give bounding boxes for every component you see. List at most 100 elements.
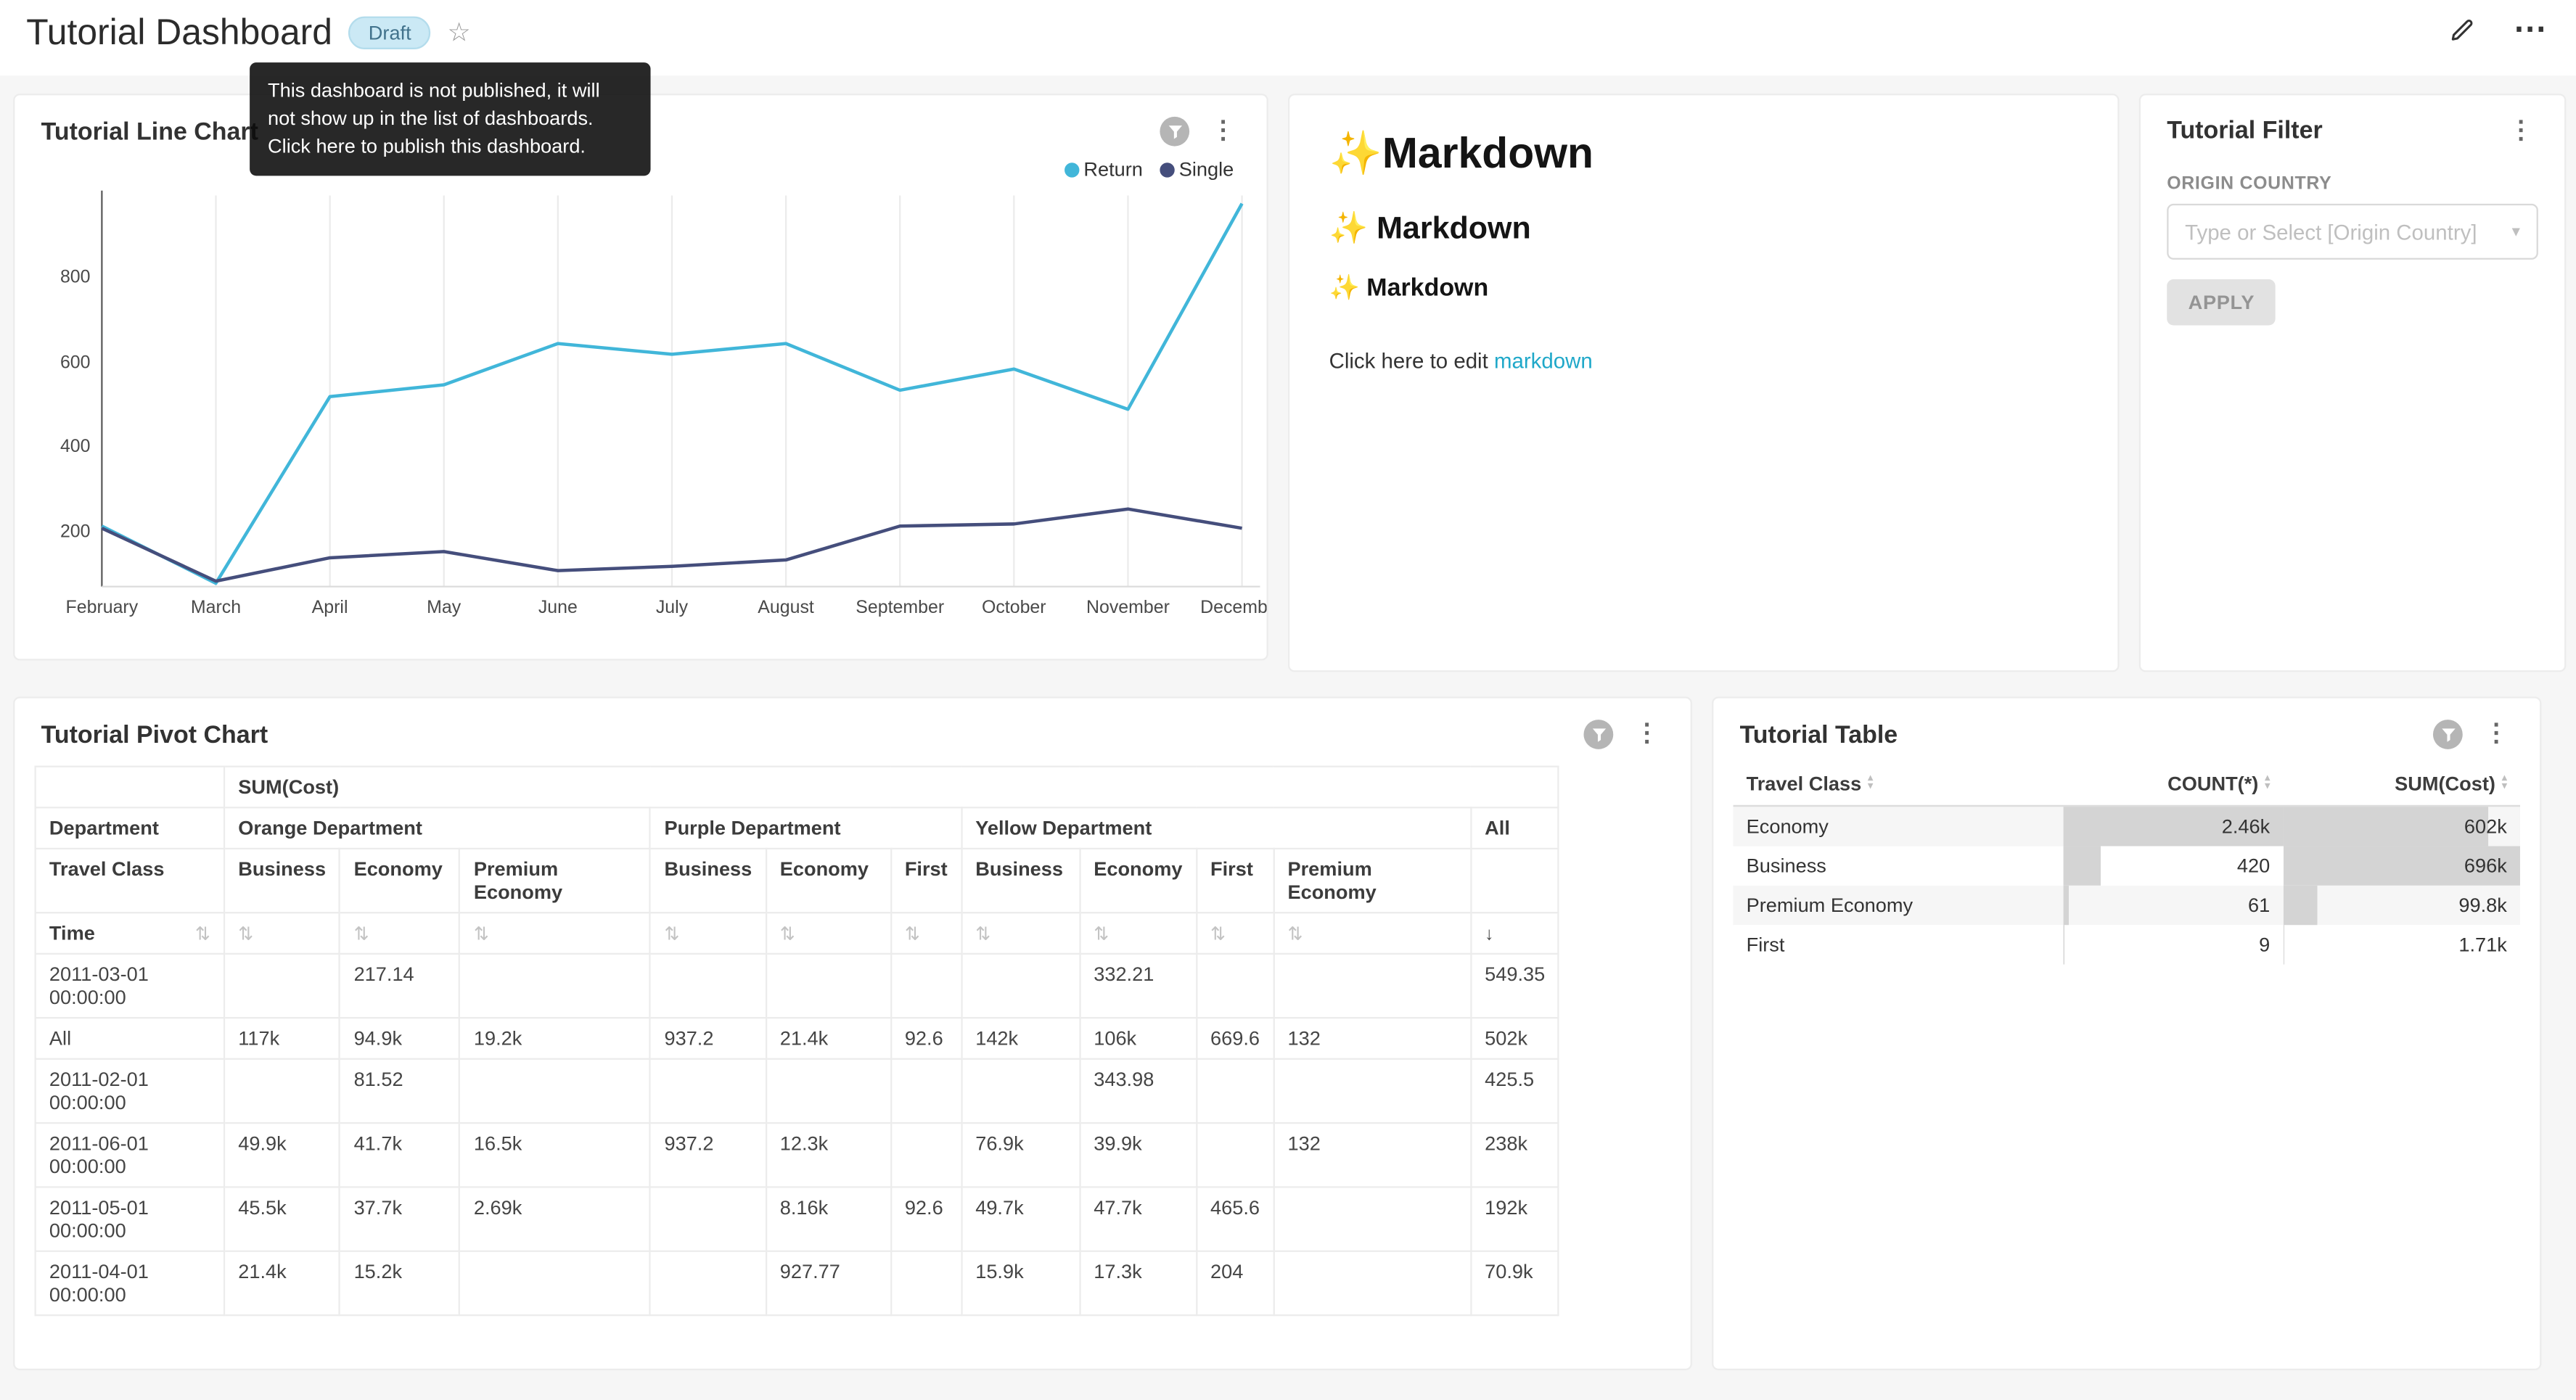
- line-chart-menu-icon[interactable]: ⋮: [1206, 118, 1241, 144]
- pivot-cell: 16.5k: [460, 1123, 651, 1187]
- table-cell-travel-class: First: [1734, 925, 2063, 964]
- sort-icon[interactable]: ⇅: [195, 923, 210, 944]
- pivot-cell: [460, 1251, 651, 1315]
- sort-icon[interactable]: ⇅: [975, 925, 990, 944]
- pivot-sort-cell[interactable]: ⇅: [766, 913, 891, 954]
- x-axis-label: April: [264, 598, 395, 617]
- filter-indicator-icon[interactable]: [1160, 117, 1189, 147]
- pivot-sort-cell[interactable]: ⇅: [1197, 913, 1273, 954]
- pivot-cell: 17.3k: [1080, 1251, 1197, 1315]
- line-chart-title: Tutorial Line Chart: [41, 118, 258, 146]
- x-axis-label: February: [36, 598, 168, 617]
- pivot-cell: 37.7k: [340, 1187, 459, 1251]
- pivot-menu-icon[interactable]: ⋮: [1630, 721, 1665, 747]
- x-axis-label: December: [1176, 598, 1268, 617]
- pivot-cell: [1273, 954, 1471, 1018]
- pivot-cell: 70.9k: [1471, 1251, 1559, 1315]
- pivot-cell: [961, 954, 1080, 1018]
- filter-card-menu-icon[interactable]: ⋮: [2503, 118, 2538, 144]
- pivot-sort-cell[interactable]: ⇅: [1080, 913, 1197, 954]
- pivot-row: All117k94.9k19.2k937.221.4k92.6142k106k6…: [36, 1018, 1559, 1059]
- filter-indicator-icon[interactable]: [2433, 720, 2463, 749]
- pivot-cell: [891, 1251, 961, 1315]
- pivot-cell: 669.6: [1197, 1018, 1273, 1059]
- pivot-cell: 142k: [961, 1018, 1080, 1059]
- pivot-cell: 92.6: [891, 1187, 961, 1251]
- sort-icon[interactable]: ⇅: [905, 925, 920, 944]
- pivot-row: 2011-05-01 00:00:0045.5k37.7k2.69k8.16k9…: [36, 1187, 1559, 1251]
- origin-country-label: ORIGIN COUNTRY: [2167, 174, 2538, 194]
- sort-icon[interactable]: ⇅: [1287, 925, 1303, 944]
- sort-carets-icon[interactable]: ▴▾: [1868, 775, 1873, 792]
- edit-pencil-icon[interactable]: [2448, 15, 2477, 44]
- table-menu-icon[interactable]: ⋮: [2479, 721, 2514, 747]
- table-column-header[interactable]: COUNT(*)▴▾: [2063, 762, 2283, 806]
- sort-icon[interactable]: ⇅: [664, 925, 679, 944]
- pivot-cell: [650, 1187, 766, 1251]
- pivot-sorter-row: Time⇅⇅⇅⇅⇅⇅⇅⇅⇅⇅⇅↓: [36, 913, 1559, 954]
- pivot-cell: 343.98: [1080, 1059, 1197, 1123]
- pivot-cell: 238k: [1471, 1123, 1559, 1187]
- pivot-cell: 19.2k: [460, 1018, 651, 1059]
- pivot-cell: 15.9k: [961, 1251, 1080, 1315]
- column-label: SUM(Cost): [2395, 773, 2495, 796]
- pivot-header-cell: Economy: [766, 849, 891, 913]
- pivot-time-header[interactable]: Time⇅: [36, 913, 224, 954]
- origin-country-select[interactable]: Type or Select [Origin Country] ▾: [2167, 204, 2538, 260]
- filter-card: Tutorial Filter ⋮ ORIGIN COUNTRY Type or…: [2139, 94, 2567, 672]
- pivot-header-cell: Travel Class: [36, 849, 224, 913]
- pivot-sort-cell[interactable]: ⇅: [961, 913, 1080, 954]
- pivot-header-cell: Business: [961, 849, 1080, 913]
- pivot-cell: [650, 954, 766, 1018]
- pivot-row-label: 2011-04-01 00:00:00: [36, 1251, 224, 1315]
- sort-icon[interactable]: ↓: [1485, 925, 1493, 944]
- pivot-sort-cell[interactable]: ⇅: [340, 913, 459, 954]
- table-column-header[interactable]: Travel Class ▴▾: [1734, 762, 2063, 806]
- pivot-header-cell: First: [1197, 849, 1273, 913]
- table-header-row: Travel Class▴▾COUNT(*)▴▾SUM(Cost)▴▾: [1734, 762, 2520, 806]
- pivot-cell: [1197, 1123, 1273, 1187]
- markdown-edit-link[interactable]: markdown: [1494, 348, 1593, 373]
- apply-button[interactable]: APPLY: [2167, 279, 2276, 325]
- pivot-sort-cell[interactable]: ⇅: [650, 913, 766, 954]
- pivot-header-cell: SUM(Cost): [224, 767, 1559, 808]
- sort-icon[interactable]: ⇅: [354, 925, 369, 944]
- filter-indicator-icon[interactable]: [1583, 720, 1613, 749]
- pivot-sort-cell[interactable]: ⇅: [224, 913, 340, 954]
- more-options-icon[interactable]: ⋯: [2514, 13, 2546, 46]
- x-axis-label: August: [721, 598, 852, 617]
- pivot-cell: 132: [1273, 1123, 1471, 1187]
- pivot-header-cell: Business: [650, 849, 766, 913]
- table-cell-count: 61: [2063, 886, 2283, 925]
- table-cell-count: 9: [2063, 925, 2283, 964]
- legend-item-single[interactable]: Single: [1160, 157, 1234, 181]
- pivot-cell: [650, 1251, 766, 1315]
- publish-tooltip[interactable]: This dashboard is not published, it will…: [250, 62, 650, 176]
- legend-item-return[interactable]: Return: [1064, 157, 1143, 181]
- sort-carets-icon[interactable]: ▴▾: [2502, 775, 2507, 792]
- draft-status-badge[interactable]: Draft: [349, 17, 431, 49]
- pivot-sort-cell[interactable]: ↓: [1471, 913, 1559, 954]
- sort-carets-icon[interactable]: ▴▾: [2265, 775, 2270, 792]
- pivot-sort-cell[interactable]: ⇅: [460, 913, 651, 954]
- filter-card-title: Tutorial Filter: [2167, 117, 2322, 145]
- pivot-sort-cell[interactable]: ⇅: [1273, 913, 1471, 954]
- table-cell-travel-class: Business: [1734, 846, 2063, 885]
- sort-icon[interactable]: ⇅: [780, 925, 795, 944]
- pivot-header-cell: Premium Economy: [1273, 849, 1471, 913]
- sort-icon[interactable]: ⇅: [1094, 925, 1109, 944]
- markdown-footer: Click here to edit markdown: [1329, 348, 2078, 373]
- pivot-cell: 15.2k: [340, 1251, 459, 1315]
- table-column-header[interactable]: SUM(Cost) ▴▾: [2283, 762, 2520, 806]
- pivot-cell: [224, 1059, 340, 1123]
- line-chart-svg: [15, 186, 1266, 600]
- pivot-cell: 81.52: [340, 1059, 459, 1123]
- column-label: Travel Class: [1747, 773, 1862, 796]
- pivot-sort-cell[interactable]: ⇅: [891, 913, 961, 954]
- sort-icon[interactable]: ⇅: [238, 925, 253, 944]
- sort-icon[interactable]: ⇅: [474, 925, 489, 944]
- pivot-cell: 217.14: [340, 954, 459, 1018]
- pivot-cell: [1273, 1187, 1471, 1251]
- sort-icon[interactable]: ⇅: [1210, 925, 1226, 944]
- favorite-star-icon[interactable]: ☆: [447, 17, 470, 49]
